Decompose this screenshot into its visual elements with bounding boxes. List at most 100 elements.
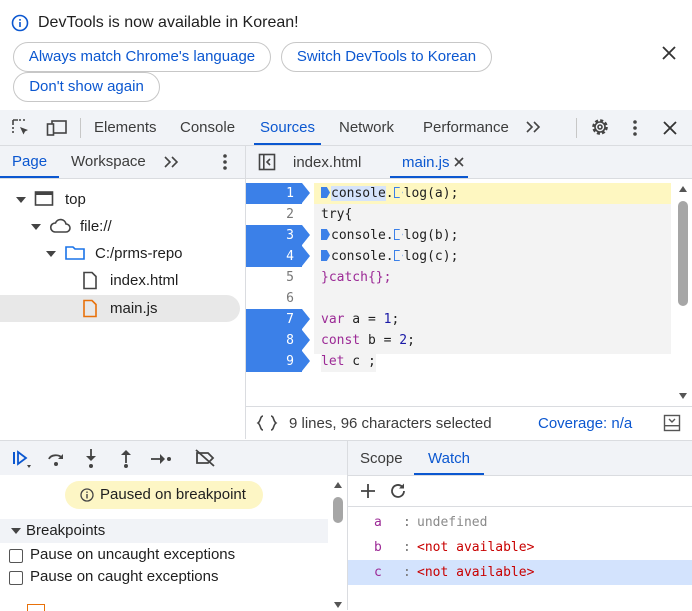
breakpoints-section-header[interactable]: Breakpoints [0, 519, 328, 543]
code-line-4[interactable]: console. log(c); [321, 246, 671, 267]
toolbar-divider [80, 118, 81, 138]
editor-tab-index-html[interactable]: index.html [293, 146, 361, 178]
pretty-print-braces-icon[interactable] [256, 414, 278, 432]
scroll-up-arrow-icon[interactable] [678, 184, 688, 194]
checkbox[interactable] [9, 571, 23, 585]
tab-watch[interactable]: Watch [414, 441, 484, 475]
watch-row-selected[interactable]: c : <not available> [348, 560, 692, 585]
inline-breakpoint-marker-icon[interactable] [393, 250, 403, 261]
tree-item-file[interactable]: file:// [0, 213, 240, 240]
tab-network[interactable]: Network [339, 110, 394, 145]
editor-scrollbar-thumb[interactable] [678, 201, 688, 306]
line-number-breakpoint[interactable]: 8 [246, 330, 310, 351]
line-number[interactable]: 5 [246, 267, 302, 288]
scope-watch-panel: Scope Watch a : undefined b : <not avail… [348, 440, 692, 610]
watch-row[interactable]: b : <not available> [348, 535, 692, 560]
line-number-breakpoint[interactable]: 4 [246, 246, 310, 267]
deactivate-breakpoints-icon[interactable] [194, 448, 216, 468]
watch-toolbar [348, 475, 692, 507]
more-options-icon[interactable] [626, 118, 644, 138]
step-over-icon[interactable] [46, 449, 66, 469]
language-infobar: DevTools is now available in Korean! Alw… [0, 0, 692, 110]
more-navigator-tabs-icon[interactable] [162, 154, 180, 170]
code-line-5[interactable]: }catch{}; [321, 267, 671, 288]
infobar-message: DevTools is now available in Korean! [38, 14, 299, 31]
scroll-down-arrow-icon[interactable] [333, 600, 343, 610]
tree-item-top[interactable]: top [0, 186, 240, 213]
debugger-sidebar: Paused on breakpoint Breakpoints Pause o… [0, 475, 348, 611]
tab-page[interactable]: Page [0, 146, 60, 178]
step-into-icon[interactable] [81, 447, 101, 469]
code-line-8[interactable]: const b = 2; [321, 330, 671, 351]
settings-gear-icon[interactable] [590, 117, 610, 137]
close-tab-icon[interactable] [453, 156, 465, 168]
js-file-icon [82, 299, 98, 318]
code-line-7[interactable]: var a = 1; [321, 309, 671, 330]
tree-item-main-js[interactable]: main.js [0, 295, 240, 322]
frame-icon [34, 190, 54, 208]
editor-tab-main-js[interactable]: main.js [390, 146, 467, 178]
line-number[interactable]: 2 [246, 204, 302, 225]
expand-arrow-icon[interactable] [46, 251, 56, 257]
expand-arrow-icon[interactable] [16, 197, 26, 203]
inline-breakpoint-marker-icon[interactable] [321, 229, 330, 240]
cloud-icon [49, 217, 71, 235]
device-toolbar-icon[interactable] [46, 118, 68, 138]
code-line-3[interactable]: console. log(b); [321, 225, 671, 246]
match-language-button[interactable]: Always match Chrome's language [13, 42, 271, 72]
folder-icon [64, 244, 86, 262]
info-icon [80, 488, 94, 502]
main-tab-bar: Elements Console Sources Network Perform… [0, 110, 692, 146]
inline-breakpoint-marker-icon[interactable] [393, 229, 403, 240]
tree-item-folder[interactable]: C:/prms-repo [0, 240, 240, 267]
inline-breakpoint-marker-icon[interactable] [321, 187, 330, 198]
tab-performance[interactable]: Performance [423, 110, 509, 145]
refresh-icon[interactable] [389, 482, 407, 500]
code-line-2[interactable]: try{ [321, 204, 671, 225]
info-icon [11, 14, 29, 32]
tab-sources[interactable]: Sources [253, 110, 322, 145]
coverage-link[interactable]: Coverage: n/a [538, 415, 632, 432]
pause-caught-option[interactable]: Pause on caught exceptions [0, 566, 328, 588]
tab-scope[interactable]: Scope [360, 441, 403, 475]
tab-console[interactable]: Console [180, 110, 235, 145]
collapse-arrow-icon[interactable] [11, 528, 21, 534]
tab-elements[interactable]: Elements [94, 110, 157, 145]
line-number-breakpoint[interactable]: 9 [246, 351, 310, 372]
toggle-navigator-icon[interactable] [258, 153, 276, 171]
tree-item-index-html[interactable]: index.html [0, 267, 240, 294]
line-number-breakpoint[interactable]: 3 [246, 225, 310, 246]
code-line-9[interactable]: let c ; [321, 351, 376, 372]
inline-breakpoint-marker-icon[interactable] [321, 250, 330, 261]
line-number-breakpoint[interactable]: 1 [246, 183, 310, 204]
paused-badge: Paused on breakpoint [65, 481, 263, 509]
checkbox[interactable] [9, 549, 23, 563]
watch-row[interactable]: a : undefined [348, 510, 692, 535]
file-icon [82, 271, 98, 290]
close-devtools-icon[interactable] [662, 120, 678, 136]
sidebar-scrollbar-thumb[interactable] [333, 497, 343, 523]
close-infobar-icon[interactable] [661, 45, 677, 61]
more-tabs-chevron-icon[interactable] [524, 119, 542, 135]
dont-show-again-button[interactable]: Don't show again [13, 72, 160, 102]
navigator-panel: Page Workspace top file:// C:/prms-repo [0, 146, 246, 439]
pause-uncaught-option[interactable]: Pause on uncaught exceptions [0, 544, 328, 566]
tab-workspace[interactable]: Workspace [71, 146, 146, 178]
line-number[interactable]: 6 [246, 288, 302, 309]
toolbar-divider [576, 118, 577, 138]
step-out-icon[interactable] [116, 447, 136, 469]
toggle-drawer-icon[interactable] [663, 414, 681, 432]
scroll-up-arrow-icon[interactable] [333, 480, 343, 490]
inspect-element-icon[interactable] [11, 118, 31, 138]
line-number-breakpoint[interactable]: 7 [246, 309, 310, 330]
step-icon[interactable] [149, 449, 173, 469]
add-watch-icon[interactable] [360, 483, 376, 499]
inline-breakpoint-marker-icon[interactable] [393, 187, 403, 198]
switch-korean-button[interactable]: Switch DevTools to Korean [281, 42, 492, 72]
resume-icon[interactable] [11, 449, 33, 469]
scroll-down-arrow-icon[interactable] [678, 391, 688, 401]
expand-arrow-icon[interactable] [31, 224, 41, 230]
navigator-menu-icon[interactable] [216, 152, 234, 172]
code-line-1[interactable]: console. log(a); [314, 183, 671, 204]
debugger-toolbar [0, 440, 348, 476]
